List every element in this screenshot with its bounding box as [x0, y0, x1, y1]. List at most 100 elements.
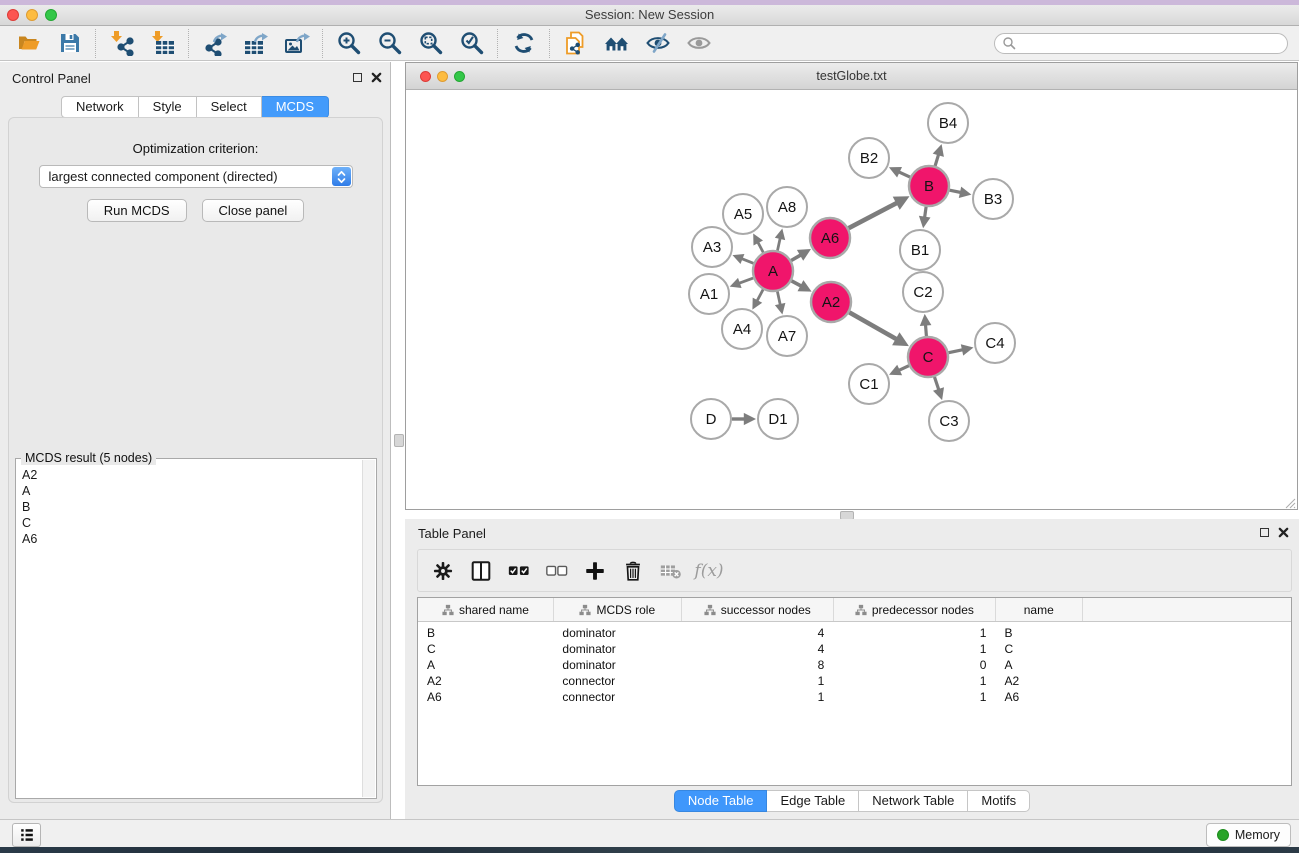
table-cell[interactable]: 0: [833, 657, 995, 673]
network-graph[interactable]: B4 B2 B B3 B1 A5 A8 A3 A6 A A1 A4 A7: [406, 90, 1297, 510]
tab-network-table[interactable]: Network Table: [859, 790, 968, 812]
column-header-MCDS-role[interactable]: MCDS role: [553, 598, 681, 622]
column-header-shared-name[interactable]: shared name: [418, 598, 553, 622]
table-cell[interactable]: dominator: [553, 657, 681, 673]
mcds-result-item[interactable]: A: [17, 483, 362, 499]
table-row[interactable]: Cdominator41C: [418, 641, 1291, 657]
edge-A-A6[interactable]: [791, 255, 801, 261]
column-header-successor-nodes[interactable]: successor nodes: [681, 598, 833, 622]
edge-A-A2[interactable]: [792, 281, 802, 286]
network-minimize-button[interactable]: [437, 71, 448, 82]
zoom-in-button[interactable]: [328, 28, 369, 59]
graph-node-C[interactable]: C: [908, 337, 948, 377]
edge-C-C3[interactable]: [935, 377, 939, 390]
hide-selected-button[interactable]: [637, 28, 678, 59]
tab-select[interactable]: Select: [197, 96, 262, 118]
open-session-button[interactable]: [8, 28, 49, 59]
refresh-button[interactable]: [503, 28, 544, 59]
import-network-button[interactable]: [101, 28, 142, 59]
network-view-canvas[interactable]: B4 B2 B B3 B1 A5 A8 A3 A6 A A1 A4 A7: [406, 90, 1297, 510]
graph-node-C2[interactable]: C2: [903, 272, 943, 312]
graph-node-B[interactable]: B: [909, 166, 949, 206]
network-window-titlebar[interactable]: testGlobe.txt: [406, 63, 1297, 90]
tab-network[interactable]: Network: [61, 96, 139, 118]
graph-node-C4[interactable]: C4: [975, 323, 1015, 363]
table-cell[interactable]: 4: [681, 622, 833, 642]
delete-column-button[interactable]: [614, 553, 652, 589]
edge-A6-B[interactable]: [849, 203, 898, 228]
table-cell[interactable]: A2: [418, 673, 553, 689]
table-cell[interactable]: A: [418, 657, 553, 673]
graph-node-B2[interactable]: B2: [849, 138, 889, 178]
close-panel-button[interactable]: Close panel: [202, 199, 305, 222]
edge-A-A8[interactable]: [778, 238, 781, 251]
table-cell[interactable]: 4: [681, 641, 833, 657]
column-header-name[interactable]: name: [995, 598, 1082, 622]
table-cell[interactable]: C: [418, 641, 553, 657]
create-column-button[interactable]: [576, 553, 614, 589]
graph-node-A6[interactable]: A6: [810, 218, 850, 258]
float-panel-icon[interactable]: [353, 73, 362, 82]
run-mcds-button[interactable]: Run MCDS: [87, 199, 187, 222]
save-session-button[interactable]: [49, 28, 90, 59]
table-row[interactable]: A6connector11A6: [418, 689, 1291, 705]
zoom-window-button[interactable]: [45, 9, 57, 21]
float-table-panel-icon[interactable]: [1260, 528, 1269, 537]
close-window-button[interactable]: [7, 9, 19, 21]
table-cell[interactable]: A6: [995, 689, 1082, 705]
table-cell[interactable]: dominator: [553, 641, 681, 657]
tab-style[interactable]: Style: [139, 96, 197, 118]
mcds-result-list[interactable]: A2ABCA6: [17, 467, 362, 797]
export-table-button[interactable]: [235, 28, 276, 59]
export-network-button[interactable]: [194, 28, 235, 59]
search-box[interactable]: [994, 33, 1288, 54]
tab-motifs[interactable]: Motifs: [968, 790, 1030, 812]
first-neighbors-button[interactable]: [596, 28, 637, 59]
edge-B-B2[interactable]: [899, 172, 910, 177]
table-cell[interactable]: 1: [833, 622, 995, 642]
edge-C-C2[interactable]: [926, 325, 927, 337]
table-cell[interactable]: B: [418, 622, 553, 642]
search-input[interactable]: [1016, 34, 1287, 52]
mcds-result-item[interactable]: C: [17, 515, 362, 531]
column-panel-button[interactable]: [462, 553, 500, 589]
close-table-panel-icon[interactable]: [1278, 527, 1289, 538]
column-header-predecessor-nodes[interactable]: predecessor nodes: [833, 598, 995, 622]
zoom-fit-button[interactable]: [410, 28, 451, 59]
edge-B-B4[interactable]: [935, 154, 939, 166]
show-all-button[interactable]: [678, 28, 719, 59]
edge-C-C4[interactable]: [949, 350, 963, 353]
edge-A-A5[interactable]: [758, 242, 763, 252]
mcds-result-item[interactable]: A2: [17, 467, 362, 483]
table-cell[interactable]: A2: [995, 673, 1082, 689]
mcds-result-item[interactable]: B: [17, 499, 362, 515]
vertical-split-grip[interactable]: [394, 434, 404, 447]
table-row[interactable]: Adominator80A: [418, 657, 1291, 673]
table-cell[interactable]: 1: [833, 673, 995, 689]
graph-node-B3[interactable]: B3: [973, 179, 1013, 219]
table-cell[interactable]: 1: [681, 673, 833, 689]
table-settings-button[interactable]: [424, 553, 462, 589]
import-table-button[interactable]: [142, 28, 183, 59]
tab-mcds[interactable]: MCDS: [262, 96, 329, 118]
graph-node-A8[interactable]: A8: [767, 187, 807, 227]
graph-node-A1[interactable]: A1: [689, 274, 729, 314]
table-cell[interactable]: dominator: [553, 622, 681, 642]
table-cell[interactable]: C: [995, 641, 1082, 657]
graph-node-A5[interactable]: A5: [723, 194, 763, 234]
edge-A-A4[interactable]: [757, 290, 763, 302]
table-row[interactable]: A2connector11A2: [418, 673, 1291, 689]
table-cell[interactable]: A6: [418, 689, 553, 705]
table-cell[interactable]: connector: [553, 673, 681, 689]
optimization-criterion-select[interactable]: largest connected component (directed): [39, 165, 353, 188]
tab-edge-table[interactable]: Edge Table: [767, 790, 859, 812]
graph-node-A7[interactable]: A7: [767, 316, 807, 356]
function-builder-button[interactable]: f(x): [690, 553, 728, 589]
select-all-columns-button[interactable]: [500, 553, 538, 589]
edge-A2-C[interactable]: [849, 312, 896, 339]
table-cell[interactable]: A: [995, 657, 1082, 673]
memory-button[interactable]: Memory: [1206, 823, 1291, 847]
graph-node-C1[interactable]: C1: [849, 364, 889, 404]
edge-B-B3[interactable]: [950, 190, 961, 192]
close-panel-icon[interactable]: [371, 72, 382, 83]
